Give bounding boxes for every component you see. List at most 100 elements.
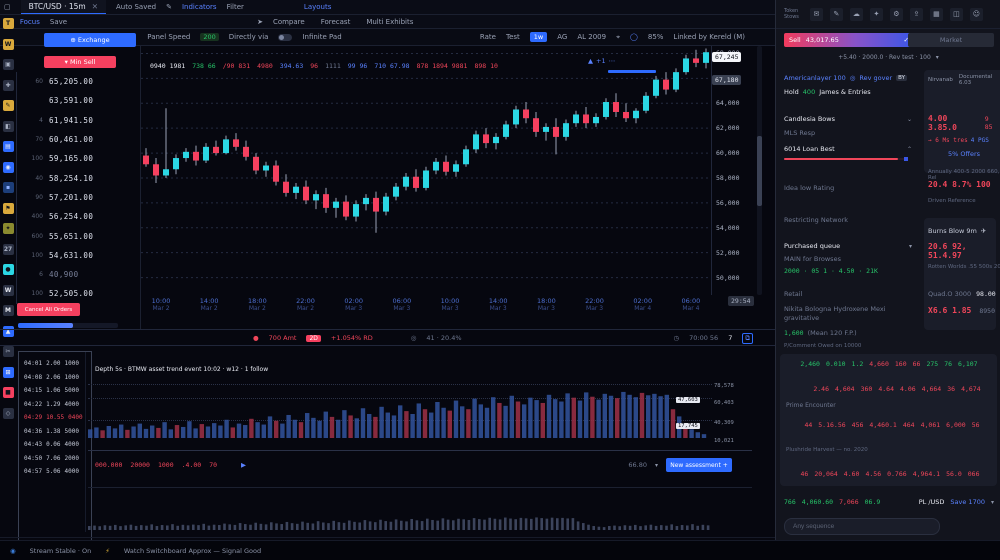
ladder-row[interactable]: 6 40,900 <box>17 265 141 284</box>
spread-row[interactable]: +5.40 · 2000.0 · Rev test · 100 ▾ <box>776 54 1000 61</box>
ladder-row[interactable]: 600 55,651.00 <box>17 226 141 245</box>
tool-icon[interactable]: ● <box>3 264 14 275</box>
cancel-all-button[interactable]: Cancel All Orders <box>17 303 80 316</box>
tool-icon[interactable]: ■ <box>3 387 14 398</box>
sell-button[interactable]: Sell 43,017.65 ✓ <box>784 33 914 47</box>
toolbar-item[interactable]: Forecast <box>321 18 351 26</box>
tool-icon[interactable]: ◇ <box>3 408 14 419</box>
trade-log-row[interactable]: 04:2910.550400 <box>24 414 86 421</box>
tool-icon[interactable]: ✎ <box>3 100 14 111</box>
menu-filter[interactable]: Filter <box>227 3 244 11</box>
trade-log-row[interactable]: 04:221.294000 <box>24 401 86 408</box>
burns-row[interactable]: Burns Blow 9m ✈ <box>928 227 986 235</box>
panel-icon[interactable]: ▦ <box>930 8 943 21</box>
toolbar-item[interactable]: AG <box>557 33 567 41</box>
trade-log-row[interactable]: 04:361.385000 <box>24 428 86 435</box>
toolbar-item[interactable]: Rate <box>480 33 496 41</box>
panel-icon[interactable]: ⚙ <box>890 8 903 21</box>
tool-icon[interactable]: ◉ <box>3 162 14 173</box>
menu-layouts[interactable]: Layouts <box>304 3 331 11</box>
indicator-annotation[interactable]: ▲ +1 ⋯ <box>588 57 615 65</box>
ladder-row[interactable]: 40 58,254.10 <box>17 168 141 187</box>
exchange-button[interactable]: ⊕ Exchange <box>44 33 136 47</box>
tool-icon[interactable]: ✦ <box>3 223 14 234</box>
trade-log-row[interactable]: 04:430.064000 <box>24 441 86 448</box>
ohlc-segment: 878 1894 9881 <box>417 62 468 70</box>
zoom-pct[interactable]: 85% <box>648 33 664 41</box>
loan-progress-dot[interactable] <box>904 157 908 161</box>
candlesia-row[interactable]: Candlesia Bows ⌄ <box>784 115 912 123</box>
panel-icon[interactable]: ☺ <box>970 8 983 21</box>
panel-icon[interactable]: ◫ <box>950 8 963 21</box>
trade-log-row[interactable]: 04:507.062000 <box>24 455 86 462</box>
panel-toggle-icon[interactable]: ⧉ <box>742 333 753 344</box>
toolbar-item[interactable]: AL 2009 <box>577 33 606 41</box>
mini-timeline[interactable] <box>88 512 712 532</box>
tool-icon[interactable]: W <box>3 285 14 296</box>
tool-icon[interactable]: W <box>3 39 14 50</box>
panel-icon[interactable]: ✎ <box>830 8 843 21</box>
tool-icon[interactable]: ▤ <box>3 141 14 152</box>
day-badge[interactable]: 2D <box>306 335 320 342</box>
ladder-row[interactable]: 4 61,941.50 <box>17 111 141 130</box>
toolbar-item[interactable]: Test <box>506 33 520 41</box>
ladder-row[interactable]: 70 60,461.00 <box>17 130 141 149</box>
scale-select[interactable]: 66.80 <box>628 461 647 469</box>
tool-icon[interactable]: ▪ <box>3 182 14 193</box>
ladder-row[interactable]: 63,591.00 <box>17 91 141 110</box>
ladder-row[interactable]: 400 56,254.00 <box>17 207 141 226</box>
purchased-queue-row[interactable]: Purchased queue ▾ <box>784 242 912 250</box>
circle-icon[interactable]: ◯ <box>630 33 638 41</box>
toolbar-item[interactable]: Panel Speed <box>147 33 190 41</box>
loan-best-row[interactable]: 6014 Loan Best ⌃ <box>784 145 912 153</box>
panel-icon[interactable]: ⇪ <box>910 8 923 21</box>
trade-log-row[interactable]: 04:151.065000 <box>24 387 86 394</box>
tool-icon[interactable]: ▲ <box>3 326 14 337</box>
tool-icon[interactable]: ⊞ <box>3 367 14 378</box>
tool-icon[interactable]: M <box>3 305 14 316</box>
new-assessment-button[interactable]: New assessment + <box>666 458 732 472</box>
trade-log-row[interactable]: 04:082.061000 <box>24 374 86 381</box>
sequence-input[interactable] <box>784 518 940 535</box>
ladder-row[interactable]: 100 54,631.00 <box>17 246 141 265</box>
ladder-row[interactable]: 100 59,165.00 <box>17 149 141 168</box>
tool-icon[interactable]: T <box>3 18 14 29</box>
toolbar-item[interactable]: Compare <box>273 18 305 26</box>
trade-log-row[interactable]: 04:012.001000 <box>24 360 86 367</box>
candlestick-chart[interactable] <box>141 46 711 295</box>
min-sell-button[interactable]: ▾ Min Sell <box>44 56 116 68</box>
panel-icon[interactable]: ☁ <box>850 8 863 21</box>
trade-log-row[interactable]: 04:575.064000 <box>24 468 86 475</box>
panel-icon[interactable]: ✉ <box>810 8 823 21</box>
tool-icon[interactable]: ✂ <box>3 346 14 357</box>
tool-icon[interactable]: ▣ <box>3 59 14 70</box>
pencil-icon[interactable]: ✎ <box>166 3 172 11</box>
close-icon[interactable]: ✕ <box>92 2 98 11</box>
volume-histogram[interactable] <box>88 388 712 438</box>
save-button[interactable]: Save <box>50 18 67 26</box>
tab-btcusd[interactable]: BTC/USD · 15m ✕ <box>21 0 106 14</box>
ladder-row[interactable]: 100 52,505.00 <box>17 284 141 303</box>
ladder-row[interactable]: 60 65,205.00 <box>17 72 141 91</box>
toggle-switch[interactable] <box>278 34 292 41</box>
tool-icon[interactable]: ⚑ <box>3 203 14 214</box>
ladder-row[interactable]: 90 57,201.00 <box>17 188 141 207</box>
pointer-icon[interactable]: ➤ <box>257 18 263 26</box>
scrollbar-thumb[interactable] <box>757 136 762 206</box>
play-icon[interactable]: ▶ <box>241 461 246 469</box>
magnet-icon[interactable]: ⌖ <box>616 33 620 42</box>
offers-link[interactable]: 5% Offers <box>928 150 1000 158</box>
market-button[interactable]: Market <box>908 33 994 47</box>
tool-icon[interactable]: ◧ <box>3 121 14 132</box>
save-dropdown[interactable]: Save 1700 <box>950 498 985 506</box>
time-axis[interactable]: 10:00Mar 2 14:00Mar 2 18:00Mar 2 22:00Ma… <box>141 297 711 313</box>
timeframe-pill[interactable]: 1w <box>530 32 547 42</box>
account-link-row[interactable]: Americanlayer 100 ◎ Rev gover BY <box>784 74 907 82</box>
focus-button[interactable]: Focus <box>20 18 40 26</box>
window-icon[interactable]: ▢ <box>4 3 11 11</box>
tool-icon[interactable]: 27 <box>3 244 14 255</box>
panel-icon[interactable]: ✦ <box>870 8 883 21</box>
toolbar-item[interactable]: Multi Exhibits <box>366 18 413 26</box>
tool-icon[interactable]: ✚ <box>3 80 14 91</box>
menu-indicators[interactable]: Indicators <box>182 3 217 11</box>
